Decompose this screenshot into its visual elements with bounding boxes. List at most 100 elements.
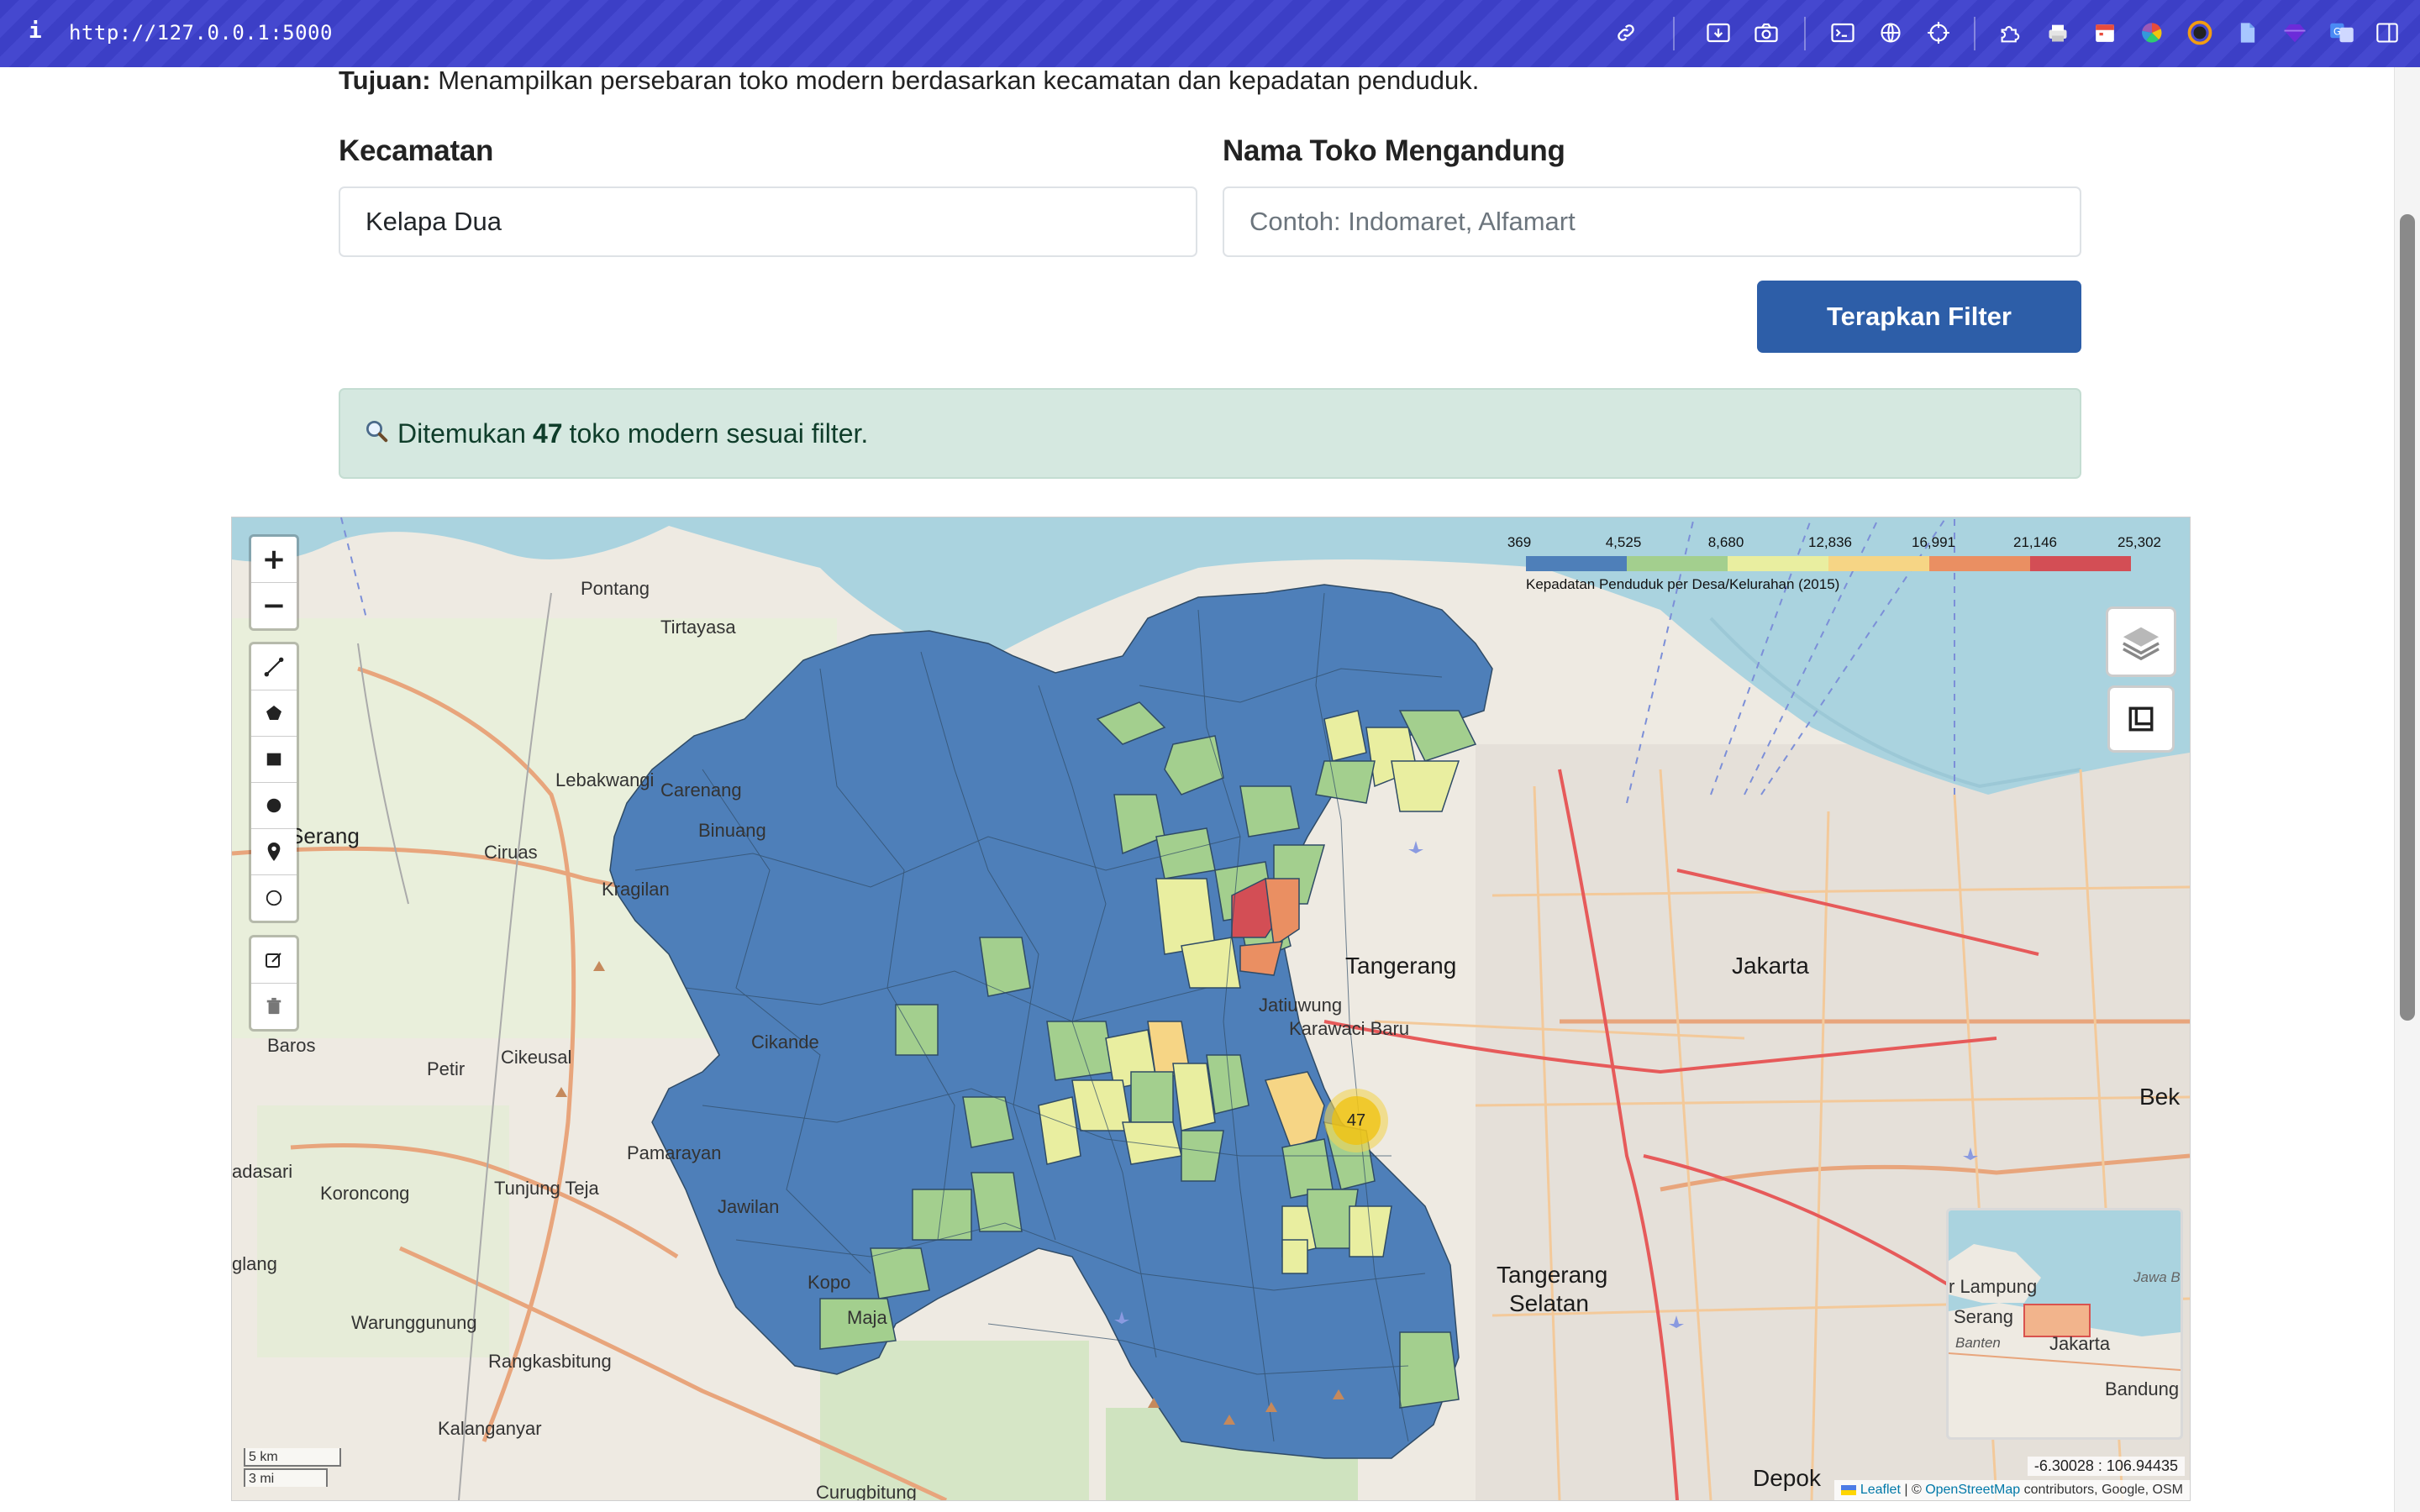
purpose-label: Tujuan:	[339, 66, 431, 95]
toolbar-divider	[1804, 17, 1806, 50]
color-pinwheel-icon[interactable]	[2139, 20, 2165, 45]
page-scrollbar-thumb[interactable]	[2400, 214, 2415, 1021]
map-label-curugbitung: Curugbitung	[816, 1482, 917, 1501]
map-label-cikeusal: Cikeusal	[501, 1047, 572, 1068]
store-cluster-marker[interactable]: 47	[1324, 1089, 1388, 1152]
globe-icon[interactable]	[1878, 20, 1903, 45]
delete-layers-icon[interactable]	[251, 984, 297, 1029]
minimap-label-jakarta: Jakarta	[2049, 1333, 2111, 1354]
map-label-serang: Serang	[289, 823, 360, 848]
map-label-petir: Petir	[427, 1058, 466, 1079]
extension-puzzle-icon[interactable]	[1998, 20, 2023, 45]
legend-swatch	[1728, 556, 1828, 571]
map-label-lebakwangi: Lebakwangi	[555, 769, 655, 790]
draw-marker-icon[interactable]	[251, 829, 297, 875]
magnifier-icon	[364, 418, 389, 449]
map-label-tirtayasa: Tirtayasa	[660, 617, 736, 638]
link-icon[interactable]	[1613, 20, 1639, 45]
zoom-out-button[interactable]: −	[251, 583, 297, 628]
purpose-description: Menampilkan persebaran toko modern berda…	[438, 66, 1480, 95]
map-label-tangerang-selatan-2: Selatan	[1509, 1290, 1589, 1316]
legend-tick: 4,525	[1605, 534, 1642, 550]
result-alert: Ditemukan 47 toko modern sesuai filter.	[339, 388, 2081, 479]
legend-tick: 12,836	[1808, 534, 1852, 550]
nama-toko-input[interactable]	[1223, 186, 2081, 257]
map-label-jatiuwung: Jatiuwung	[1259, 995, 1343, 1016]
layers-icon[interactable]	[2106, 606, 2176, 677]
draw-circle-icon[interactable]	[251, 783, 297, 829]
leaflet-link[interactable]: Leaflet	[1860, 1483, 1901, 1497]
minimap-label-banten: Banten	[1955, 1335, 2001, 1351]
map-label-kragilan: Kragilan	[602, 879, 670, 900]
legend-swatch	[2030, 556, 2131, 571]
map-label-tangerang-selatan-1: Tangerang	[1497, 1262, 1608, 1288]
minimap-label-jawa: Jawa Ba	[2133, 1269, 2183, 1285]
info-icon[interactable]: i	[29, 18, 42, 44]
attribution-rest: contributors, Google, OSM	[2020, 1483, 2183, 1497]
toolbar-divider	[1673, 17, 1675, 50]
color-picker-icon[interactable]	[2187, 20, 2212, 45]
map-label-carenang: Carenang	[660, 780, 742, 801]
minimap-label-bandung: Bandung	[2105, 1378, 2180, 1399]
draw-polygon-icon[interactable]	[251, 690, 297, 737]
nama-toko-label: Nama Toko Mengandung	[1223, 134, 1565, 167]
crosshair-icon[interactable]	[1926, 20, 1951, 45]
map-label-kopo: Kopo	[808, 1272, 851, 1293]
mouse-coordinates: -6.30028 : 106.94435	[2027, 1457, 2185, 1476]
scale-bar: 5 km 3 mi	[244, 1448, 341, 1487]
map-label-glang: glang	[232, 1253, 277, 1274]
leaflet-flag-icon	[1841, 1484, 1857, 1495]
calendar-icon[interactable]	[2092, 20, 2118, 45]
density-legend: 369 4,525 8,680 12,836 16,991 21,146 25,…	[1507, 534, 2190, 618]
draw-rectangle-icon[interactable]	[251, 737, 297, 783]
sidebar-toggle-icon[interactable]	[2375, 20, 2400, 45]
legend-color-bar	[1526, 556, 2131, 571]
gem-icon[interactable]	[2282, 20, 2307, 45]
map-label-binuang: Binuang	[698, 820, 766, 841]
map-label-baros: Baros	[267, 1035, 316, 1056]
legend-swatch	[1929, 556, 2030, 571]
legend-swatch	[1526, 556, 1627, 571]
document-icon[interactable]	[2235, 20, 2260, 45]
map-container[interactable]: Pontang Tirtayasa Lebakwangi Carenang Bi…	[231, 517, 2191, 1501]
draw-polyline-icon[interactable]	[251, 644, 297, 690]
map-attribution: Leaflet | © OpenStreetMap contributors, …	[1834, 1480, 2190, 1500]
address-url[interactable]: http://127.0.0.1:5000	[69, 21, 333, 45]
map-label-pontang: Pontang	[581, 578, 650, 599]
minimap[interactable]: r Lampung Jawa Ba Serang Banten Jakarta …	[1946, 1208, 2183, 1440]
scale-mi: 3 mi	[244, 1468, 328, 1487]
legend-tick: 25,302	[2118, 534, 2161, 550]
kecamatan-input[interactable]	[339, 186, 1197, 257]
terminal-icon[interactable]	[1830, 20, 1855, 45]
result-suffix: toko modern sesuai filter.	[569, 417, 869, 449]
legend-swatch	[1828, 556, 1929, 571]
zoom-in-button[interactable]: +	[251, 537, 297, 583]
legend-title: Kepadatan Penduduk per Desa/Kelurahan (2…	[1526, 576, 1840, 592]
toolbar-divider	[1974, 17, 1975, 50]
legend-tick: 8,680	[1707, 534, 1744, 550]
map-label-ciruas: Ciruas	[484, 842, 538, 863]
map-label-rangkasbitung: Rangkasbitung	[488, 1351, 612, 1372]
zoom-control: + −	[249, 534, 299, 631]
kecamatan-label: Kecamatan	[339, 134, 494, 167]
legend-tick: 16,991	[1912, 534, 1955, 550]
result-count: 47	[532, 417, 563, 449]
camera-icon[interactable]	[1754, 20, 1779, 45]
printer-icon[interactable]	[2045, 20, 2070, 45]
fullscreen-icon[interactable]	[2107, 685, 2175, 753]
translate-icon[interactable]: G	[2329, 20, 2354, 45]
edit-layers-icon[interactable]	[251, 937, 297, 984]
download-screenshot-icon[interactable]	[1706, 20, 1731, 45]
minimap-label-lampung: r Lampung	[1949, 1276, 2038, 1297]
map-label-bekasi: Bek	[2139, 1084, 2181, 1110]
purpose-text: Tujuan: Menampilkan persebaran toko mode…	[339, 66, 1479, 96]
osm-link[interactable]: OpenStreetMap	[1925, 1483, 2020, 1497]
map-label-pamarayan: Pamarayan	[627, 1142, 722, 1163]
legend-swatch	[1627, 556, 1728, 571]
map-label-warunggunung: Warunggunung	[351, 1312, 477, 1333]
map-label-tunjung-teja: Tunjung Teja	[494, 1178, 599, 1199]
legend-tick: 369	[1507, 534, 1532, 550]
map-label-karawaci: Karawaci Baru	[1289, 1018, 1410, 1039]
draw-circle-marker-icon[interactable]	[251, 875, 297, 921]
apply-filter-button[interactable]: Terapkan Filter	[1757, 281, 2081, 353]
